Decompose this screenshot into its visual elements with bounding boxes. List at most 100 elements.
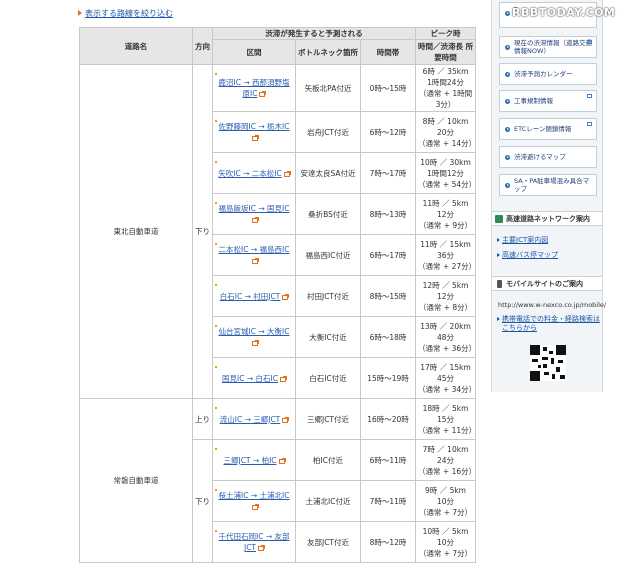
bottleneck-cell: 安達太良SA付近 [295, 152, 361, 194]
header-road: 道路名 [79, 27, 193, 65]
bullet-icon [215, 161, 217, 163]
time-cell: 6時〜17時 [359, 234, 417, 276]
network-icon [495, 215, 503, 223]
arrow-circle-icon [505, 72, 510, 77]
bottleneck-cell: 柏IC付近 [295, 439, 361, 481]
section-cell: 白石IC → 村田JCT [212, 275, 296, 317]
sidebar-button-etc-closure[interactable]: ETCレーン閉鎖情報 [499, 118, 597, 140]
external-link-icon[interactable] [282, 416, 290, 423]
table-row: 東北自動車道 下り 鹿沼IC → 西那須野塩原IC 矢板北PA付近 0時〜15時… [79, 64, 477, 399]
network-heading: 高速道路ネットワーク案内 [492, 211, 602, 226]
external-link-icon[interactable] [279, 375, 287, 382]
header-section: 区間 [212, 39, 296, 65]
section-cell: 国見IC → 白石IC [212, 357, 296, 399]
section-link[interactable]: 福島飯坂IC → 国見IC [219, 204, 290, 213]
external-link-icon[interactable] [252, 258, 259, 264]
external-link-icon[interactable] [252, 135, 259, 141]
time-cell: 15時〜19時 [359, 357, 417, 399]
header-direction: 方向 [192, 27, 213, 65]
external-link-icon[interactable] [252, 504, 259, 510]
section-link[interactable]: 二本松IC → 福島西IC [219, 245, 290, 254]
filter-routes-link[interactable]: 表示する路線を絞り込む [78, 8, 173, 19]
external-link-icon[interactable] [259, 91, 267, 97]
site-watermark: RBBTODAY.COM [512, 6, 616, 19]
qr-code-icon [530, 345, 566, 381]
jct-guide-link[interactable]: 主要JCT案内図 [497, 236, 600, 245]
sidebar-button-sapa-parking[interactable]: SA・PA駐車場混み具合マップ [499, 174, 597, 196]
section-link[interactable]: 白石IC → 村田JCT [220, 292, 281, 301]
section-link[interactable]: 仙台宮城IC → 大衡IC [219, 327, 290, 336]
header-forecast-group: 渋滞が発生すると予測される [211, 27, 417, 40]
header-peak-group: ピーク時 [415, 27, 477, 40]
bullet-icon [215, 530, 217, 532]
peak-cell: 10時 ／ 30km 1時間12分 （通常 + 54分） [415, 152, 476, 194]
bottleneck-cell: 白石IC付近 [295, 357, 361, 399]
triangle-right-icon [78, 10, 82, 16]
time-cell: 0時〜15時 [359, 64, 417, 112]
section-cell: 福島飯坂IC → 国見IC [212, 193, 296, 235]
section-cell: 二本松IC → 福島西IC [212, 234, 296, 276]
sidebar-button-current-traffic[interactable]: 現在の渋滞情報（道路交通情報NOW） [499, 36, 597, 58]
section-cell: 三郷JCT → 柏IC [212, 439, 296, 481]
arrow-circle-icon [505, 11, 510, 16]
peak-cell: 8時 ／ 10km 20分 （通常 + 14分） [415, 111, 476, 153]
section-link[interactable]: 流山IC → 三郷JCT [220, 415, 281, 424]
bullet-icon [215, 243, 217, 245]
peak-cell: 11時 ／ 15km 36分 （通常 + 27分） [415, 234, 476, 276]
external-link-icon [587, 122, 592, 126]
sidebar-button-forecast-calendar[interactable]: 渋滞予測カレンダー [499, 63, 597, 85]
bullet-icon [215, 366, 217, 368]
bullet-icon [215, 73, 217, 75]
bullet-icon [215, 407, 217, 409]
sidebar-button-construction[interactable]: 工事規制情報 [499, 90, 597, 112]
mobile-search-link[interactable]: 携帯電話での料金・経路検索はこちらから [497, 315, 600, 333]
section-link[interactable]: 三郷JCT → 柏IC [223, 456, 276, 465]
time-cell: 8時〜13時 [359, 193, 417, 235]
peak-cell: 6時 ／ 35km 1時間24分 （通常 + 1時間3分） [415, 64, 477, 112]
section-cell: 佐野藤岡IC → 栃木IC [212, 111, 296, 153]
time-cell: 6時〜12時 [359, 111, 417, 153]
section-link[interactable]: 佐野藤岡IC → 栃木IC [219, 122, 290, 131]
peak-cell: 10時 ／ 5km 10分 （通常 + 7分） [415, 521, 477, 563]
peak-cell: 12時 ／ 5km 12分 （通常 + 8分） [415, 275, 477, 317]
direction-cell: 下り [192, 439, 213, 563]
bullet-icon [215, 284, 217, 286]
arrow-circle-icon [505, 45, 510, 50]
time-cell: 8時〜15時 [359, 275, 417, 317]
mobile-heading: モバイルサイトのご案内 [492, 276, 602, 291]
time-cell: 6時〜18時 [359, 316, 417, 358]
bottleneck-cell: 村田JCT付近 [295, 275, 361, 317]
arrow-circle-icon [505, 99, 510, 104]
peak-cell: 18時 ／ 5km 15分 （通常 + 11分） [415, 398, 476, 440]
road-name-cell: 東北自動車道 [79, 64, 193, 399]
bus-stop-map-link[interactable]: 高速バス停マップ [497, 251, 600, 260]
direction-cell: 下り [192, 64, 213, 399]
peak-cell: 11時 ／ 5km 12分 （通常 + 9分） [415, 193, 477, 235]
section-cell: 桜土浦IC → 土浦北IC [212, 480, 296, 522]
road-name-cell: 常磐自動車道 [79, 398, 193, 563]
table-row: 常磐自動車道 上り 流山IC → 三郷JCT 三郷JCT付近 16時〜20時 1… [79, 398, 476, 563]
external-link-icon[interactable] [283, 170, 291, 177]
bottleneck-cell: 桑折BS付近 [295, 193, 361, 235]
external-link-icon[interactable] [258, 545, 266, 551]
external-link-icon[interactable] [278, 457, 286, 464]
section-link[interactable]: 桜土浦IC → 土浦北IC [219, 491, 290, 500]
section-cell: 鹿沼IC → 西那須野塩原IC [212, 64, 296, 112]
sidebar-button-avoid-map[interactable]: 渋滞避けるマップ [499, 146, 597, 168]
time-cell: 6時〜11時 [359, 439, 417, 481]
external-link-icon[interactable] [252, 340, 259, 346]
external-link-icon[interactable] [282, 293, 290, 300]
bullet-icon [215, 448, 217, 450]
section-link[interactable]: 国見IC → 白石IC [222, 374, 278, 383]
section-link[interactable]: 千代田石岡IC → 友部JCT [218, 532, 289, 552]
congestion-forecast-table: 道路名 方向 渋滞が発生すると予測される ピーク時 区間 ボトルネック箇所 時間… [79, 27, 476, 563]
peak-cell: 7時 ／ 10km 24分 （通常 + 16分） [415, 439, 476, 481]
section-link[interactable]: 鹿沼IC → 西那須野塩原IC [218, 78, 289, 98]
bottleneck-cell: 友部JCT付近 [295, 521, 361, 563]
section-link[interactable]: 矢吹IC → 二本松IC [218, 169, 281, 178]
external-link-icon[interactable] [252, 217, 259, 223]
external-link-icon [587, 40, 592, 44]
section-cell: 流山IC → 三郷JCT [212, 398, 296, 440]
bullet-icon [215, 489, 217, 491]
direction-cell: 上り [192, 398, 213, 440]
